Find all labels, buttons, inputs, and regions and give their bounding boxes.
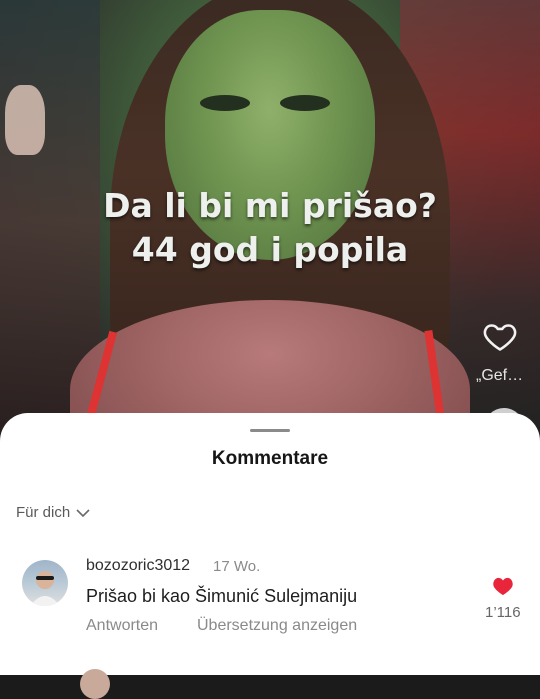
heart-filled-icon[interactable] [492, 576, 514, 596]
sort-filter-dropdown[interactable]: Für dich [16, 504, 90, 521]
avatar[interactable] [22, 560, 68, 606]
video-subject-eye [200, 95, 250, 111]
heart-outline-icon[interactable] [482, 318, 518, 354]
chevron-down-icon [76, 508, 90, 517]
comments-sheet: Kommentare Für dich bozozoric3012 17 Wo.… [0, 413, 540, 699]
next-comment-avatar[interactable] [80, 669, 110, 699]
video-subject-eye [280, 95, 330, 111]
video-background-hand [5, 85, 45, 155]
like-count: 1’116 [485, 604, 521, 621]
filter-label: Für dich [16, 504, 71, 521]
sheet-title: Kommentare [211, 448, 329, 469]
favorite-label[interactable]: „Gef… [476, 367, 523, 385]
video-player[interactable]: Da li bi mi prišao? 44 god i popila „Gef… [0, 0, 540, 440]
avatar-image [30, 571, 60, 606]
drag-handle[interactable] [250, 429, 290, 432]
video-caption-line1: Da li bi mi prišao? [103, 186, 437, 225]
video-caption-line2: 44 god i popila [131, 230, 409, 269]
comment-text: Prišao bi kao Šimunić Sulejmaniju [86, 586, 358, 606]
comment-item: bozozoric3012 17 Wo. Prišao bi kao Šimun… [0, 553, 540, 653]
translate-button[interactable]: Übersetzung anzeigen [197, 617, 357, 635]
reply-button[interactable]: Antworten [86, 617, 158, 635]
comment-time: 17 Wo. [213, 558, 261, 575]
comment-username[interactable]: bozozoric3012 [86, 557, 190, 575]
